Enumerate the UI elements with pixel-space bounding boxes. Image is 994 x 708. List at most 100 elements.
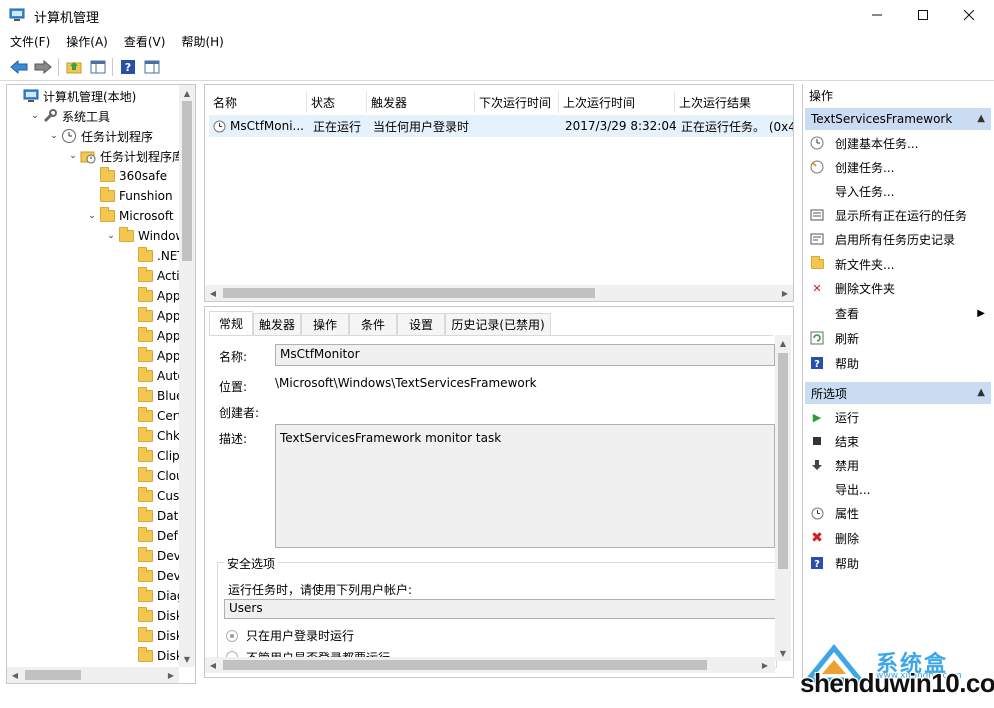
- column-header-trigger[interactable]: 触发器: [367, 91, 475, 113]
- column-header-next-run[interactable]: 下次运行时间: [475, 91, 559, 113]
- tree-item[interactable]: Appli: [123, 326, 187, 346]
- tree-item[interactable]: 计算机管理(本地): [9, 86, 136, 106]
- menu-file[interactable]: 文件(F): [10, 33, 50, 50]
- tree-item[interactable]: Data: [123, 506, 186, 526]
- action-run[interactable]: ▶ 运行: [809, 406, 859, 428]
- column-header-name[interactable]: 名称: [209, 91, 307, 113]
- title-bar: 计算机管理: [0, 0, 994, 30]
- action-refresh[interactable]: 刷新: [809, 327, 859, 349]
- scroll-down-arrow-icon[interactable]: ▼: [179, 651, 195, 667]
- action-enable-history[interactable]: 启用所有任务历史记录: [809, 228, 955, 250]
- description-field[interactable]: TextServicesFramework monitor task: [275, 424, 775, 548]
- folder-icon: [99, 167, 115, 184]
- action-new-folder[interactable]: 新文件夹...: [809, 253, 894, 275]
- action-properties[interactable]: 属性: [809, 502, 859, 524]
- scroll-down-arrow-icon[interactable]: ▼: [775, 645, 791, 661]
- details-scroll-thumb[interactable]: [778, 353, 788, 569]
- tree-item[interactable]: Clip: [123, 446, 180, 466]
- details-hscroll-thumb[interactable]: [223, 660, 707, 670]
- name-field[interactable]: MsCtfMonitor: [275, 344, 775, 366]
- tree-item[interactable]: ⌄ 任务计划程序: [47, 126, 153, 146]
- security-options-title: 安全选项: [224, 555, 279, 572]
- properties-clock-icon: [809, 505, 825, 521]
- tab-conditions[interactable]: 条件: [349, 313, 397, 335]
- radio-logged-on[interactable]: 只在用户登录时运行: [226, 627, 354, 644]
- chevron-down-icon[interactable]: ⌄: [104, 226, 118, 246]
- action-help-selected[interactable]: ? 帮助: [809, 552, 859, 574]
- scroll-left-arrow-icon[interactable]: ◀: [205, 657, 221, 673]
- action-view[interactable]: 查看 ▶: [809, 302, 985, 324]
- action-disable[interactable]: 禁用: [809, 454, 859, 476]
- chevron-down-icon[interactable]: ⌄: [28, 106, 42, 126]
- list-horizontal-scrollbar[interactable]: ◀ ▶: [205, 285, 793, 301]
- details-vertical-scrollbar[interactable]: ▲ ▼: [775, 335, 791, 661]
- tab-triggers[interactable]: 触发器: [253, 313, 301, 335]
- tree-item[interactable]: ⌄ Microsoft: [85, 206, 174, 226]
- radio-button[interactable]: [226, 629, 238, 642]
- action-export[interactable]: 导出...: [809, 478, 870, 500]
- back-arrow-icon[interactable]: [8, 56, 30, 78]
- table-row[interactable]: MsCtfMoni... 正在运行 当任何用户登录时 2017/3/29 8:3…: [209, 115, 793, 137]
- chevron-down-icon[interactable]: ⌄: [66, 146, 80, 166]
- maximize-button[interactable]: [900, 0, 946, 30]
- collapse-up-icon[interactable]: ▲: [977, 113, 985, 124]
- section-textservicesframework[interactable]: TextServicesFramework ▲: [805, 108, 991, 130]
- action-delete[interactable]: ✖ 删除: [809, 527, 859, 549]
- close-button[interactable]: [946, 0, 992, 30]
- tree-item[interactable]: Funshion: [85, 186, 173, 206]
- scroll-right-arrow-icon[interactable]: ▶: [163, 667, 179, 683]
- show-action-pane-icon[interactable]: [141, 56, 163, 78]
- scroll-up-arrow-icon[interactable]: ▲: [775, 335, 791, 351]
- new-folder-icon: [809, 256, 825, 272]
- tab-history[interactable]: 历史记录(已禁用): [445, 313, 551, 335]
- action-import-task[interactable]: 导入任务...: [809, 180, 894, 202]
- tree-vertical-scrollbar[interactable]: ▲ ▼: [179, 85, 195, 667]
- scroll-right-arrow-icon[interactable]: ▶: [777, 285, 793, 301]
- tree-item[interactable]: Appx: [123, 346, 188, 366]
- user-account-field[interactable]: Users: [224, 599, 776, 619]
- tree-item[interactable]: ⌄ 系统工具: [28, 106, 110, 126]
- scroll-right-arrow-icon[interactable]: ▶: [757, 657, 773, 673]
- menu-help[interactable]: 帮助(H): [181, 33, 223, 50]
- details-horizontal-scrollbar[interactable]: ◀ ▶: [205, 657, 775, 673]
- tree-item[interactable]: ⌄ 任务计划程序库: [66, 146, 184, 166]
- tree-item[interactable]: AppII: [123, 286, 188, 306]
- tree-item[interactable]: Appli: [123, 306, 187, 326]
- menu-action[interactable]: 操作(A): [66, 33, 108, 50]
- scroll-left-arrow-icon[interactable]: ◀: [205, 285, 221, 301]
- chevron-down-icon[interactable]: ⌄: [85, 206, 99, 226]
- column-header-status[interactable]: 状态: [307, 91, 367, 113]
- tree-scroll-thumb[interactable]: [182, 101, 192, 261]
- collapse-up-icon[interactable]: ▲: [977, 387, 985, 398]
- column-header-last-run[interactable]: 上次运行时间: [559, 91, 675, 113]
- scroll-up-arrow-icon[interactable]: ▲: [179, 85, 195, 101]
- action-end[interactable]: 结束: [809, 430, 859, 452]
- tab-general[interactable]: 常规: [209, 311, 253, 335]
- column-header-last-result[interactable]: 上次运行结果: [675, 91, 793, 113]
- show-hide-tree-icon[interactable]: [87, 56, 109, 78]
- up-folder-icon[interactable]: [63, 56, 85, 78]
- help-icon[interactable]: ?: [117, 56, 139, 78]
- minimize-button[interactable]: [854, 0, 900, 30]
- action-create-basic-task[interactable]: 创建基本任务...: [809, 132, 918, 154]
- action-delete-folder[interactable]: ✕ 删除文件夹: [809, 277, 895, 299]
- tree-item-label: Clip: [157, 449, 180, 463]
- forward-arrow-icon[interactable]: [32, 56, 54, 78]
- tree-item[interactable]: .NET: [123, 246, 185, 266]
- folder-icon: [137, 347, 153, 364]
- tree-item[interactable]: Chkd: [123, 426, 188, 446]
- section-selected-item[interactable]: 所选项 ▲: [805, 382, 991, 404]
- tree-horizontal-scrollbar[interactable]: ◀ ▶: [7, 667, 179, 683]
- action-help[interactable]: ? 帮助: [809, 352, 859, 374]
- scroll-left-arrow-icon[interactable]: ◀: [7, 667, 23, 683]
- menu-view[interactable]: 查看(V): [124, 33, 166, 50]
- tab-actions[interactable]: 操作: [301, 313, 349, 335]
- tree-hscroll-thumb[interactable]: [25, 670, 81, 680]
- chevron-down-icon[interactable]: ⌄: [47, 126, 61, 146]
- action-create-task[interactable]: 创建任务...: [809, 156, 894, 178]
- tab-settings[interactable]: 设置: [397, 313, 445, 335]
- list-hscroll-thumb[interactable]: [223, 288, 595, 298]
- action-show-running-tasks[interactable]: 显示所有正在运行的任务: [809, 204, 967, 226]
- tree-item[interactable]: 360safe: [85, 166, 167, 186]
